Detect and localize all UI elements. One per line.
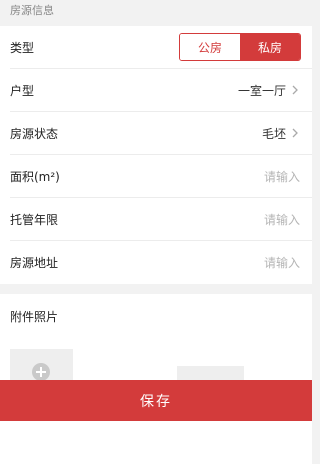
save-button[interactable]: 保存 (0, 380, 312, 421)
area-label: 面积(m²) (10, 169, 60, 184)
chevron-right-icon (292, 128, 298, 138)
term-row: 托管年限 请输入 (10, 198, 312, 241)
status-row[interactable]: 房源状态 毛坯 (10, 112, 312, 155)
section-divider (0, 284, 312, 294)
status-value: 毛坯 (261, 126, 286, 141)
layout-row[interactable]: 户型 一室一厅 (10, 69, 312, 112)
section-title: 房源信息 (0, 0, 312, 26)
photo-section: 附件照片 (0, 294, 312, 464)
type-option-public[interactable]: 公房 (180, 34, 240, 60)
layout-value: 一室一厅 (237, 83, 286, 98)
photos-title: 附件照片 (10, 310, 59, 324)
address-row: 房源地址 请输入 (10, 241, 312, 284)
status-label: 房源状态 (10, 126, 59, 141)
chevron-right-icon (292, 85, 298, 95)
layout-label: 户型 (10, 83, 35, 98)
address-input[interactable]: 请输入 (264, 254, 300, 271)
type-toggle: 公房 私房 (179, 33, 301, 61)
type-label: 类型 (10, 40, 35, 55)
type-row: 类型 公房 私房 (10, 26, 312, 69)
type-option-private[interactable]: 私房 (240, 34, 300, 60)
address-label: 房源地址 (10, 256, 59, 270)
house-info-form: 类型 公房 私房 户型 一室一厅 房源状态 毛坯 面积(m²) 请输入 托管年限… (0, 26, 312, 284)
plus-icon (32, 363, 50, 381)
term-input[interactable]: 请输入 (264, 211, 300, 228)
area-input[interactable]: 请输入 (264, 168, 300, 185)
area-row: 面积(m²) 请输入 (10, 155, 312, 198)
term-label: 托管年限 (10, 212, 59, 227)
